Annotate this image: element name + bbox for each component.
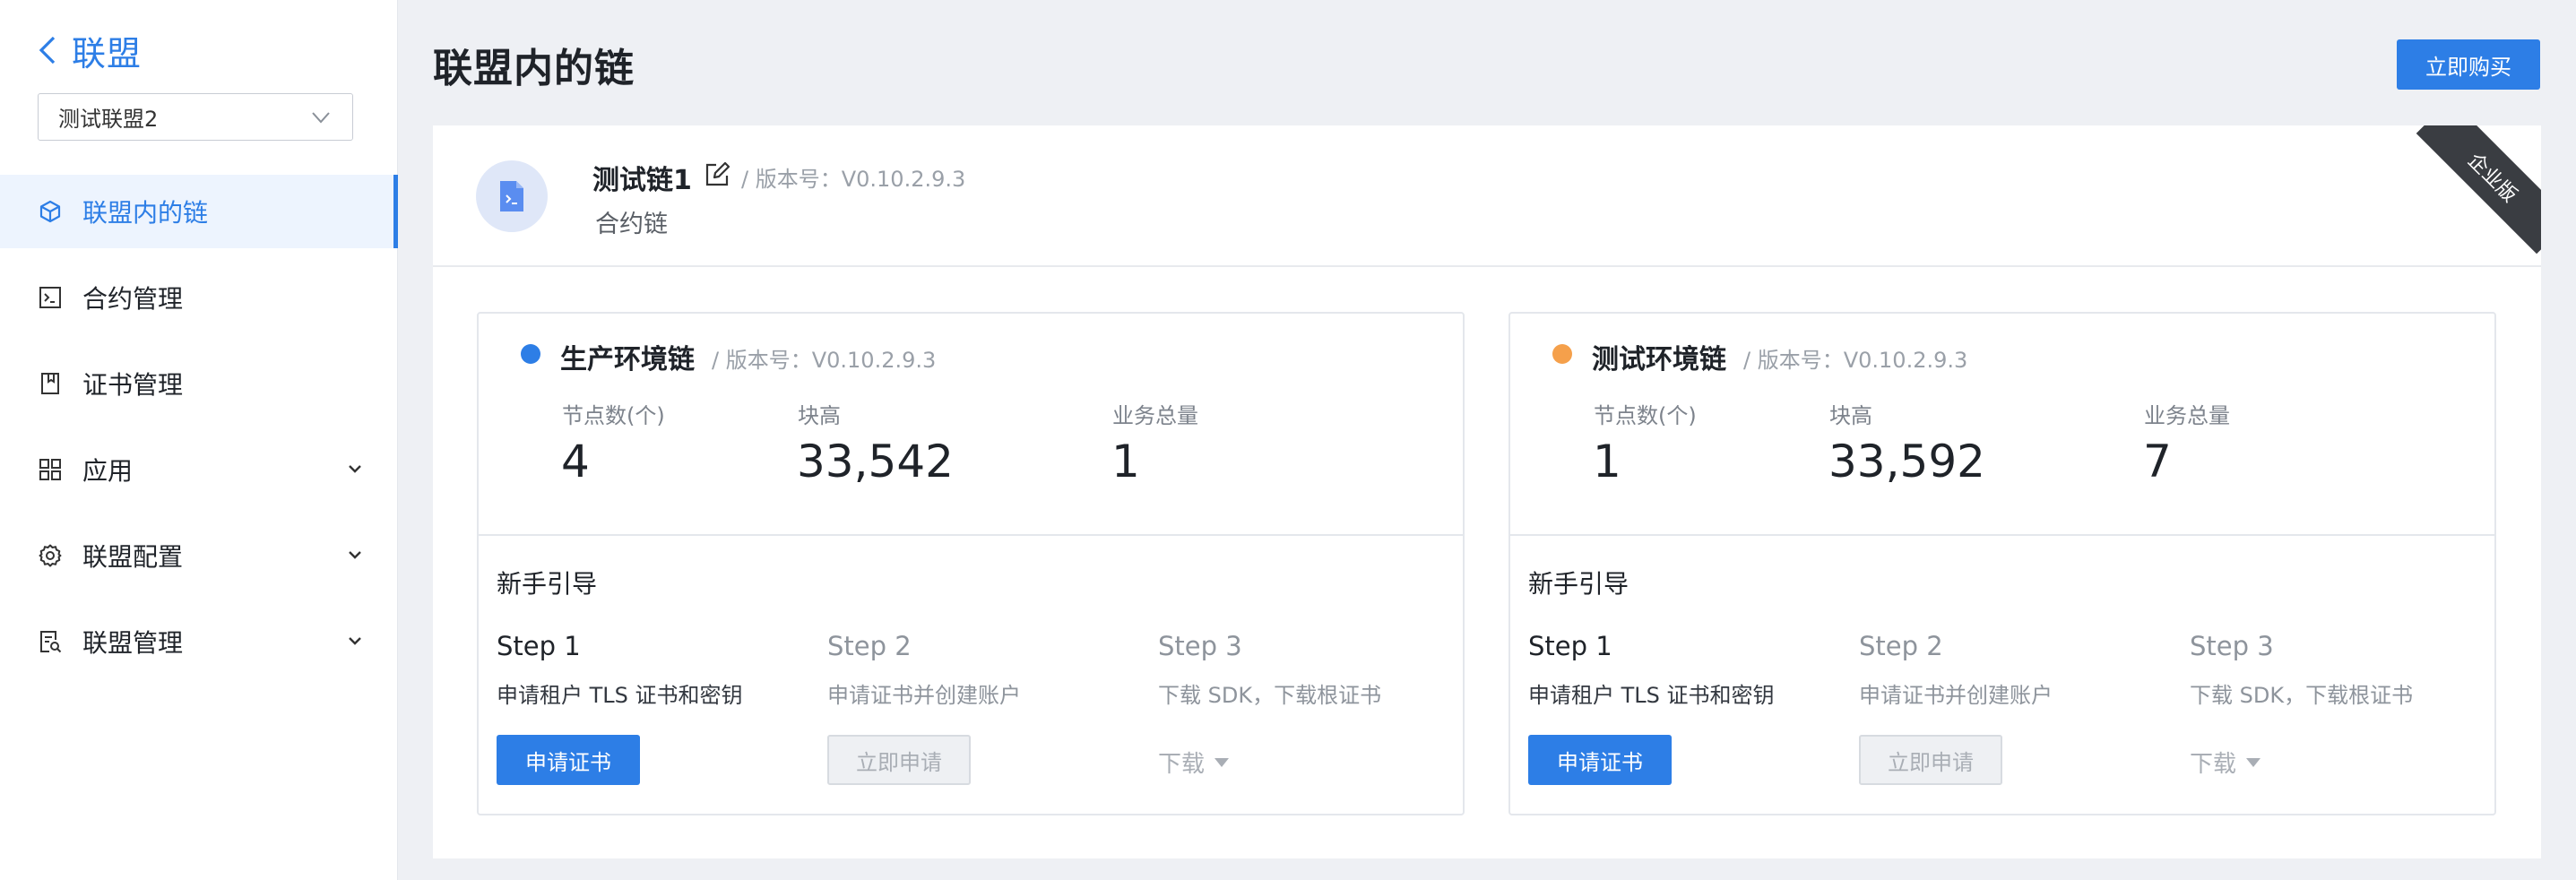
- download-dropdown: 下载: [2190, 746, 2261, 779]
- page-title: 联盟内的链: [433, 46, 635, 91]
- caret-down-icon: [2246, 757, 2261, 767]
- sidebar-item-certificates[interactable]: 证书管理: [0, 347, 398, 420]
- chain-card-header: 测试链1 / 版本号：V0.10.2.9.3 合约链 企业版: [433, 125, 2541, 267]
- env-version: / 版本号：V0.10.2.9.3: [1743, 348, 1968, 373]
- chevron-down-icon: [312, 112, 330, 124]
- download-label: 下载: [1158, 751, 1206, 778]
- chain-avatar: [476, 160, 548, 232]
- terminal-icon: [38, 285, 63, 310]
- step-2-title: Step 2: [827, 631, 912, 661]
- env-version: / 版本号：V0.10.2.9.3: [712, 348, 937, 373]
- sidebar-item-label: 应用: [82, 456, 134, 486]
- apply-now-button: 立即申请: [1859, 735, 2002, 785]
- stat-label-nodes: 节点数(个): [562, 403, 665, 428]
- chevron-down-icon: [349, 637, 361, 645]
- apply-now-button: 立即申请: [827, 735, 971, 785]
- step-2-desc: 申请证书并创建账户: [827, 683, 1021, 708]
- env-name: 测试环境链: [1592, 344, 1726, 375]
- gear-icon: [38, 543, 63, 568]
- sidebar-item-contracts[interactable]: 合约管理: [0, 261, 398, 334]
- step-3-title: Step 3: [1158, 631, 1242, 661]
- guide-title: 新手引导: [1528, 569, 1629, 599]
- edit-icon[interactable]: [704, 161, 730, 188]
- stat-value-block-height: 33,592: [1828, 436, 1985, 487]
- step-1-desc: 申请租户 TLS 证书和密钥: [497, 683, 743, 708]
- chain-name: 测试链1: [592, 165, 692, 196]
- stat-value-transactions: 1: [1111, 436, 1140, 487]
- sidebar-nav: 联盟内的链 合约管理 证书管理 应用 联盟配置 联盟管理: [0, 175, 398, 691]
- sidebar-item-apps[interactable]: 应用: [0, 433, 398, 506]
- list-search-icon: [38, 629, 63, 654]
- env-name: 生产环境链: [560, 344, 695, 375]
- sidebar-item-chains[interactable]: 联盟内的链: [0, 175, 398, 248]
- guide-title: 新手引导: [497, 569, 598, 599]
- env-status-dot: [521, 344, 540, 364]
- download-dropdown: 下载: [1158, 746, 1230, 779]
- step-2-title: Step 2: [1859, 631, 1943, 661]
- stat-value-transactions: 7: [2143, 436, 2172, 487]
- apps-grid-icon: [38, 457, 63, 482]
- chain-type: 合约链: [595, 211, 668, 238]
- edition-badge: 企业版: [2416, 125, 2541, 255]
- sidebar-item-label: 联盟管理: [82, 628, 184, 658]
- chain-card: 测试链1 / 版本号：V0.10.2.9.3 合约链 企业版 生产环境链 / 版…: [433, 125, 2541, 858]
- chevron-left-icon: [39, 36, 56, 65]
- step-1-title: Step 1: [497, 631, 581, 661]
- sidebar: 联盟 测试联盟2 联盟内的链 合约管理 证书管理 应用 联盟配置 联盟管理: [0, 0, 398, 880]
- step-3-title: Step 3: [2190, 631, 2274, 661]
- sidebar-item-label: 证书管理: [82, 370, 184, 400]
- chevron-down-icon: [349, 551, 361, 559]
- back-label: 联盟: [72, 33, 143, 73]
- stat-label-transactions: 业务总量: [1112, 403, 1198, 428]
- stat-value-nodes: 1: [1593, 436, 1621, 487]
- production-env-panel: 生产环境链 / 版本号：V0.10.2.9.3 节点数(个) 4 块高 33,5…: [477, 312, 1465, 815]
- stat-value-nodes: 4: [561, 436, 590, 487]
- sidebar-item-label: 联盟内的链: [82, 198, 209, 228]
- sidebar-item-alliance-management[interactable]: 联盟管理: [0, 605, 398, 678]
- step-1-desc: 申请租户 TLS 证书和密钥: [1528, 683, 1775, 708]
- book-icon: [38, 371, 63, 396]
- apply-certificate-button[interactable]: 申请证书: [1528, 735, 1672, 785]
- stat-label-nodes: 节点数(个): [1594, 403, 1697, 428]
- chain-version: / 版本号：V0.10.2.9.3: [741, 167, 966, 192]
- step-3-desc: 下载 SDK，下载根证书: [2190, 683, 2414, 708]
- caret-down-icon: [1215, 757, 1230, 767]
- sidebar-item-label: 合约管理: [82, 284, 184, 314]
- step-3-desc: 下载 SDK，下载根证书: [1158, 683, 1382, 708]
- code-document-icon: [500, 181, 523, 211]
- buy-now-button[interactable]: 立即购买: [2397, 39, 2540, 90]
- sidebar-item-alliance-config[interactable]: 联盟配置: [0, 519, 398, 592]
- stat-label-block-height: 块高: [798, 403, 841, 428]
- cube-icon: [38, 199, 63, 224]
- chevron-down-icon: [349, 465, 361, 473]
- step-1-title: Step 1: [1528, 631, 1612, 661]
- test-env-panel: 测试环境链 / 版本号：V0.10.2.9.3 节点数(个) 1 块高 33,5…: [1508, 312, 2496, 815]
- stat-label-transactions: 业务总量: [2144, 403, 2230, 428]
- back-to-alliance-link[interactable]: 联盟: [36, 27, 142, 73]
- stat-value-block-height: 33,542: [797, 436, 954, 487]
- env-status-dot: [1552, 344, 1572, 364]
- sidebar-item-label: 联盟配置: [82, 542, 184, 572]
- download-label: 下载: [2190, 751, 2237, 778]
- env-summary: 测试环境链 / 版本号：V0.10.2.9.3 节点数(个) 1 块高 33,5…: [1510, 314, 2494, 536]
- env-summary: 生产环境链 / 版本号：V0.10.2.9.3 节点数(个) 4 块高 33,5…: [479, 314, 1463, 536]
- step-2-desc: 申请证书并创建账户: [1859, 683, 2053, 708]
- alliance-select[interactable]: 测试联盟2: [38, 93, 353, 141]
- apply-certificate-button[interactable]: 申请证书: [497, 735, 640, 785]
- stat-label-block-height: 块高: [1829, 403, 1872, 428]
- alliance-select-value: 测试联盟2: [58, 107, 159, 132]
